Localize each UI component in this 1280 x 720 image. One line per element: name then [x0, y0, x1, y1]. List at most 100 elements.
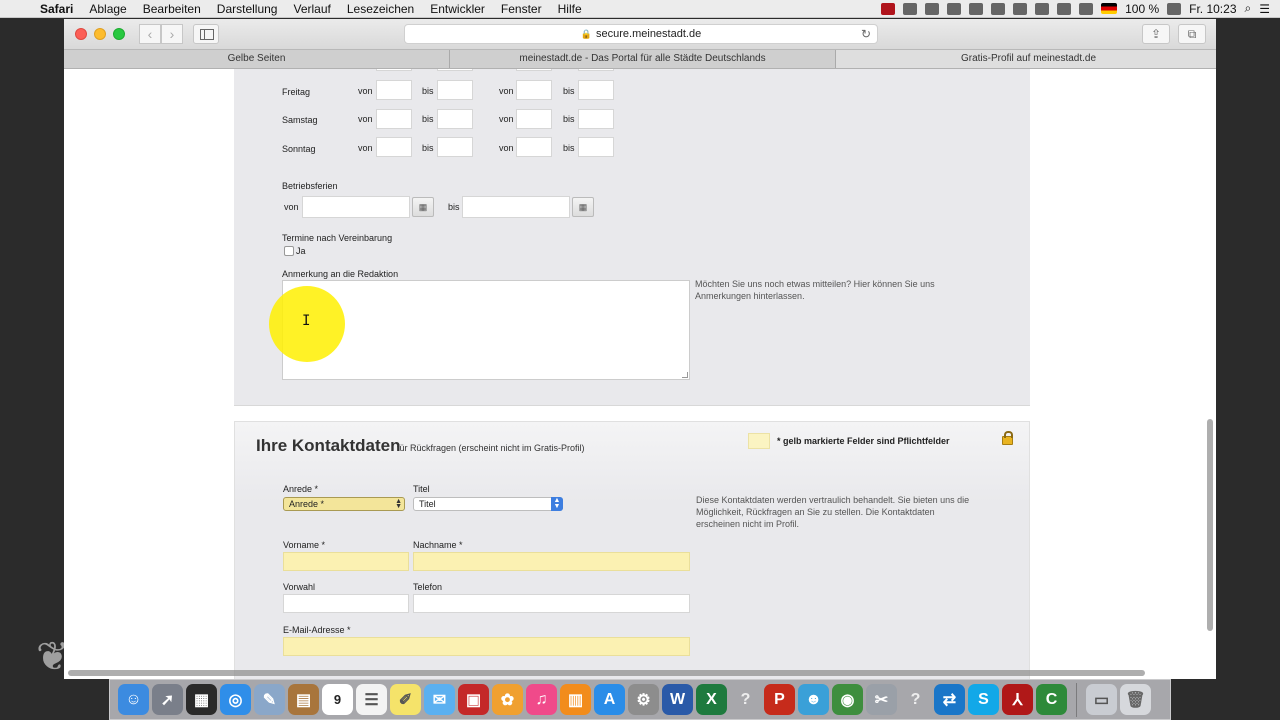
lastname-input[interactable] [413, 552, 690, 571]
camtasia-icon[interactable]: C [1036, 684, 1067, 715]
bluetooth-icon[interactable] [1035, 2, 1050, 15]
battery-icon[interactable] [1167, 2, 1182, 15]
areacode-input[interactable] [283, 594, 409, 613]
sunday-from-1-input[interactable] [376, 137, 412, 157]
skype-icon[interactable]: S [968, 684, 999, 715]
downloads-icon[interactable]: ▭ [1086, 684, 1117, 715]
word-icon[interactable]: W [662, 684, 693, 715]
sunday-to-1-input[interactable] [437, 137, 473, 157]
menu-extra-icon[interactable] [903, 2, 918, 15]
system-preferences-icon[interactable]: ⚙ [628, 684, 659, 715]
calendar-icon[interactable]: ▦ [412, 197, 434, 217]
utility-icon[interactable]: ✂ [866, 684, 897, 715]
share-button[interactable]: ⇪ [1142, 24, 1170, 44]
reminders-icon[interactable]: ☰ [356, 684, 387, 715]
clock[interactable]: Fr. 10:23 [1189, 2, 1236, 16]
sunday-to-2-input[interactable] [578, 137, 614, 157]
app-store-icon[interactable]: A [594, 684, 625, 715]
friday-from-1-input[interactable] [376, 80, 412, 100]
minimize-window-button[interactable] [94, 28, 106, 40]
vertical-scrollbar[interactable] [1207, 419, 1213, 631]
fullscreen-window-button[interactable] [113, 28, 125, 40]
calendar-icon[interactable]: ▦ [572, 197, 594, 217]
photo-booth-icon[interactable]: ▣ [458, 684, 489, 715]
menu-hilfe[interactable]: Hilfe [550, 2, 590, 16]
close-window-button[interactable] [75, 28, 87, 40]
menu-fenster[interactable]: Fenster [493, 2, 550, 16]
appointment-checkbox[interactable] [284, 246, 294, 256]
hours-row-cut-field-1[interactable] [376, 69, 412, 71]
saturday-from-1-input[interactable] [376, 109, 412, 129]
safari-icon[interactable]: ◎ [220, 684, 251, 715]
friday-to-2-input[interactable] [578, 80, 614, 100]
menu-safari[interactable]: Safari [32, 2, 81, 16]
horizontal-scrollbar[interactable] [68, 670, 1145, 676]
powerpoint-icon[interactable]: P [764, 684, 795, 715]
email-input[interactable] [283, 637, 690, 656]
unknown-app-icon[interactable]: ? [900, 684, 931, 715]
friday-to-1-input[interactable] [437, 80, 473, 100]
menu-bearbeiten[interactable]: Bearbeiten [135, 2, 209, 16]
menu-ablage[interactable]: Ablage [81, 2, 134, 16]
hours-row-cut-field-3[interactable] [516, 69, 552, 71]
messages-icon[interactable]: ✉ [424, 684, 455, 715]
photos-icon[interactable]: ✿ [492, 684, 523, 715]
notes-icon[interactable]: ✐ [390, 684, 421, 715]
ibooks-icon[interactable]: ▥ [560, 684, 591, 715]
notification-center-icon[interactable]: ☰ [1259, 2, 1270, 16]
finder-icon[interactable]: ☺ [118, 684, 149, 715]
sunday-from-2-input[interactable] [516, 137, 552, 157]
sidebar-toggle-button[interactable] [193, 24, 219, 44]
wifi-icon[interactable] [1057, 2, 1072, 15]
saturday-to-1-input[interactable] [437, 109, 473, 129]
tab-meinestadt-portal[interactable]: meinestadt.de - Das Portal für alle Städ… [450, 50, 836, 68]
reload-icon[interactable]: ↻ [861, 25, 871, 43]
excel-icon[interactable]: X [696, 684, 727, 715]
friday-from-2-input[interactable] [516, 80, 552, 100]
calendar-app-icon[interactable]: 9 [322, 684, 353, 715]
recording-icon[interactable] [881, 2, 896, 15]
appointment-checkbox-label[interactable]: Ja [296, 246, 306, 256]
spotlight-icon[interactable]: ⌕ [1245, 1, 1252, 16]
dropbox-icon[interactable] [925, 2, 940, 15]
menu-entwickler[interactable]: Entwickler [422, 2, 493, 16]
trash-icon[interactable]: 🗑 [1120, 684, 1151, 715]
saturday-to-2-input[interactable] [578, 109, 614, 129]
german-flag-input-icon[interactable] [1101, 3, 1118, 14]
teamviewer-icon[interactable]: ⇄ [934, 684, 965, 715]
title-select[interactable]: Titel ▲ ▼ [413, 497, 563, 511]
saturday-from-2-input[interactable] [516, 109, 552, 129]
salutation-select[interactable]: Anrede * ▲ ▼ [283, 497, 405, 511]
forward-button[interactable]: › [161, 24, 183, 44]
resize-grip-icon[interactable] [682, 372, 688, 378]
hours-row-cut-field-4[interactable] [578, 69, 614, 71]
skype-status-icon[interactable] [969, 2, 984, 15]
tab-gratis-profil[interactable]: Gratis-Profil auf meinestadt.de [836, 50, 1216, 68]
holidays-to-date-input[interactable] [462, 196, 570, 218]
acrobat-icon[interactable]: ⅄ [1002, 684, 1033, 715]
battery-percent[interactable]: 100 % [1125, 2, 1159, 16]
holidays-from-date-input[interactable] [302, 196, 410, 218]
menu-darstellung[interactable]: Darstellung [209, 2, 286, 16]
back-button[interactable]: ‹ [139, 24, 161, 44]
lync-icon[interactable]: ☻ [798, 684, 829, 715]
time-machine-icon[interactable] [1013, 2, 1028, 15]
phone-input[interactable] [413, 594, 690, 613]
tab-gelbe-seiten[interactable]: Gelbe Seiten [64, 50, 450, 68]
address-bar[interactable]: 🔒 secure.meinestadt.de ↻ [404, 24, 878, 44]
launchpad-icon[interactable]: ➚ [152, 684, 183, 715]
mission-control-icon[interactable]: ▦ [186, 684, 217, 715]
network-icon[interactable]: ◉ [832, 684, 863, 715]
hours-row-cut-field-2[interactable] [437, 69, 473, 71]
contacts-icon[interactable]: ▤ [288, 684, 319, 715]
airplay-icon[interactable] [991, 2, 1006, 15]
unknown-app-icon[interactable]: ? [730, 684, 761, 715]
show-tabs-button[interactable]: ⧉ [1178, 24, 1206, 44]
preview-icon[interactable]: ✎ [254, 684, 285, 715]
shield-icon[interactable] [947, 2, 962, 15]
menu-lesezeichen[interactable]: Lesezeichen [339, 2, 422, 16]
itunes-icon[interactable]: ♫ [526, 684, 557, 715]
firstname-input[interactable] [283, 552, 409, 571]
volume-icon[interactable] [1079, 2, 1094, 15]
menu-verlauf[interactable]: Verlauf [285, 2, 338, 16]
